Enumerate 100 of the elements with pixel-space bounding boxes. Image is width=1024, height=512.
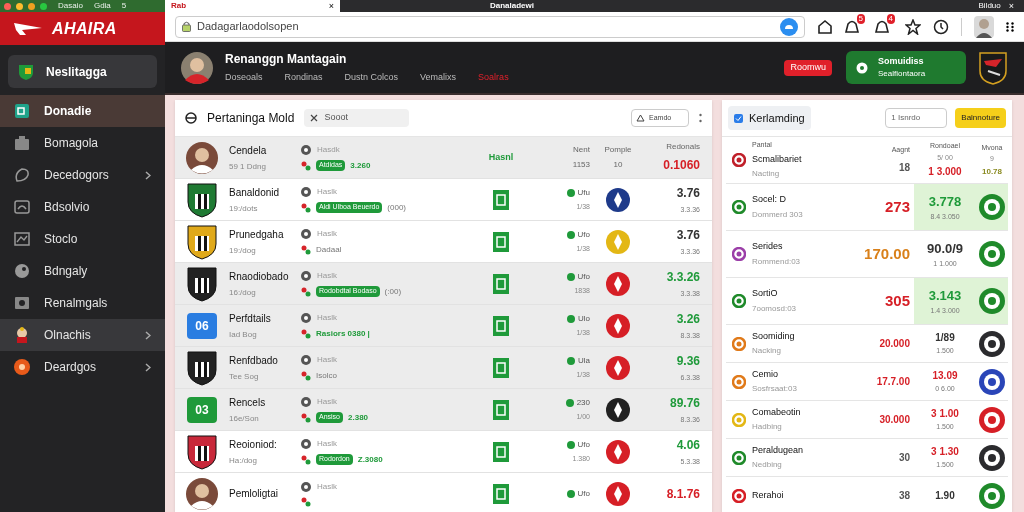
- sidebar-item[interactable]: Olnachis: [0, 319, 165, 351]
- notification-badge: 5: [856, 13, 866, 24]
- dome-icon: [14, 199, 30, 215]
- shield-icon: [18, 62, 34, 81]
- blob-icon: [14, 263, 30, 279]
- odds-value: 3.76: [676, 226, 700, 244]
- score-value: 90.0/9: [926, 239, 964, 258]
- score-value: 1.90: [935, 489, 955, 503]
- dot-icon: [566, 489, 575, 498]
- odds-value: 3.3.26: [666, 268, 700, 286]
- nav-tab[interactable]: Rondinas: [284, 71, 323, 85]
- team-tile: 06: [187, 312, 217, 339]
- team-name: Socel: D: [752, 193, 787, 207]
- agent-value: 170.00: [864, 243, 910, 264]
- window-dot-icon[interactable]: [4, 2, 11, 10]
- match-time: 16e/Son: [229, 412, 260, 425]
- column-heading: Nent: [573, 144, 590, 156]
- window-title: Danaladewi: [490, 2, 534, 10]
- status-card[interactable]: Somuidiss Sealfiontaora: [846, 51, 966, 84]
- stat-value: 1153: [572, 159, 590, 171]
- nav-tab[interactable]: Soalras: [478, 71, 509, 85]
- status-text: 5: [121, 2, 127, 10]
- team-detail: Nacting: [752, 168, 781, 180]
- league-label: Haslk: [317, 227, 337, 240]
- stat-value: Ufo: [577, 228, 590, 241]
- sidebar-item[interactable]: Donadie: [0, 95, 165, 127]
- score-value: 1 3.000: [928, 165, 962, 179]
- filter-icon: [636, 114, 645, 122]
- match-time: 19:/dots: [229, 202, 259, 215]
- avatar-icon[interactable]: [974, 15, 994, 38]
- window-dot-icon[interactable]: [40, 2, 47, 10]
- agent-value: 20.000: [879, 337, 910, 351]
- search-icon: [310, 114, 319, 122]
- ball-icon: [185, 112, 197, 124]
- dot-icon: [567, 314, 575, 323]
- ranking-row[interactable]: Rerahoi 38 1.90: [726, 477, 1008, 512]
- match-note: 3.260: [350, 159, 371, 172]
- logo-text: AHAIRA: [52, 18, 117, 39]
- grid-dots-icon[interactable]: [1006, 21, 1014, 32]
- address-field[interactable]: Dadagarlaodolsopen: [175, 15, 806, 38]
- team-name: Rencels: [229, 395, 267, 410]
- profile-card[interactable]: Neslitagga: [8, 55, 157, 88]
- team-name: Rerahoi: [752, 488, 785, 502]
- odds-value: 4.06: [676, 436, 700, 454]
- emblem-icon: [301, 270, 311, 281]
- league-label: Haslk: [317, 311, 337, 324]
- star-icon[interactable]: [905, 18, 921, 35]
- stat-value: 10: [613, 159, 623, 171]
- match-note: Isolco: [316, 369, 337, 382]
- match-time: Tee Sog: [229, 370, 260, 383]
- window-close-button[interactable]: ×: [1008, 1, 1014, 11]
- emblem-icon: [301, 438, 311, 449]
- agent-value: 30: [898, 451, 910, 465]
- clock-icon[interactable]: [933, 18, 949, 35]
- team-name: Serides: [752, 240, 784, 254]
- team-detail: Nacking: [752, 345, 782, 358]
- alert-button[interactable]: Roomwu: [784, 59, 832, 76]
- home-icon[interactable]: [817, 18, 834, 35]
- action-button[interactable]: Balnnoture: [955, 108, 1006, 128]
- agent-value: 17.7.00: [876, 375, 910, 389]
- nav-tab[interactable]: Dustn Colcos: [344, 71, 399, 85]
- stat-value: Ufo: [577, 487, 590, 500]
- scoreboard-icon: [493, 189, 509, 210]
- window-dot-icon[interactable]: [28, 2, 35, 10]
- tab-close-button[interactable]: ×: [328, 1, 334, 11]
- stat-value: Ula: [578, 354, 590, 367]
- scoreboard-icon: [493, 231, 509, 252]
- kebab-icon[interactable]: [699, 113, 702, 123]
- team-detail: Hadbing: [752, 421, 783, 434]
- column-heading: Pomple: [604, 144, 632, 156]
- bell-icon[interactable]: [875, 18, 890, 33]
- nav-tab[interactable]: Doseoals: [225, 71, 263, 85]
- agent-value: 18: [898, 160, 910, 175]
- bell-icon[interactable]: [845, 18, 860, 33]
- window-menu[interactable]: Bilduo: [978, 2, 1001, 10]
- crest-icon: [978, 50, 1008, 85]
- league-label: Haslk: [317, 185, 337, 198]
- league-label: Hasdk: [317, 143, 340, 156]
- window-dot-icon[interactable]: [16, 2, 23, 10]
- emblem-icon: [301, 396, 311, 407]
- filter-field[interactable]: 1 Isnrdo: [885, 108, 948, 128]
- match-time: 59 1 Ddng: [229, 160, 267, 173]
- stat-value: Ufo: [577, 438, 590, 451]
- cloud-icon[interactable]: [780, 17, 799, 36]
- team-name: Rnaodiobado: [229, 269, 290, 284]
- team-tile: 03: [187, 396, 217, 423]
- agent-value: 305: [884, 290, 910, 311]
- ranking-tab[interactable]: Kerlamding: [728, 106, 811, 130]
- checkbox-icon: [734, 113, 743, 123]
- search-field[interactable]: Sooot: [304, 109, 410, 127]
- nav-tab[interactable]: Vemalixs: [420, 71, 457, 85]
- agent-value: 38: [898, 489, 910, 503]
- team-name: Perfdtails: [229, 311, 272, 326]
- match-note: Z.3080: [357, 453, 383, 466]
- league-label: Haslk: [317, 480, 337, 493]
- dot-icon: [567, 356, 575, 365]
- browser-tab[interactable]: Rab ×: [165, 0, 340, 12]
- dot-icon: [566, 188, 575, 197]
- match-note: (:00): [384, 285, 402, 298]
- match-row[interactable]: Pemloligtai Haslk Ufo 8.1.76: [175, 473, 712, 512]
